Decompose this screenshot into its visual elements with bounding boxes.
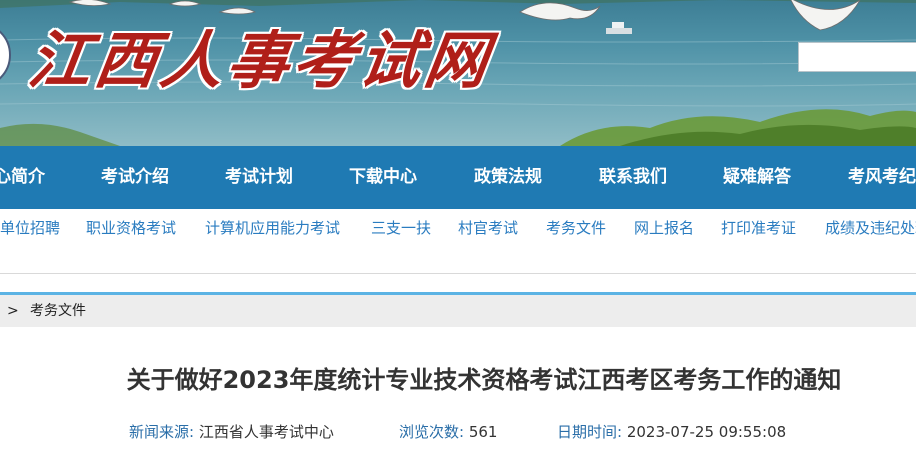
- nav-exam-discipline[interactable]: 考风考纪: [848, 146, 916, 209]
- breadcrumb: > 考务文件: [0, 292, 916, 327]
- subnav-online-registration[interactable]: 网上报名: [634, 209, 694, 247]
- article-source: 新闻来源: 江西省人事考试中心: [129, 421, 334, 442]
- subnav-print-admission-ticket[interactable]: 打印准考证: [721, 209, 796, 247]
- subnav-professional-qualification[interactable]: 职业资格考试: [86, 209, 176, 247]
- subnav-village-official-exam[interactable]: 村官考试: [458, 209, 518, 247]
- article-title: 关于做好2023年度统计专业技术资格考试江西考区考务工作的通知: [126, 366, 842, 394]
- subnav-computer-skills[interactable]: 计算机应用能力考试: [205, 209, 340, 247]
- nav-download-center[interactable]: 下载中心: [349, 146, 417, 209]
- section-divider: [0, 273, 916, 274]
- subnav-exam-documents[interactable]: 考务文件: [546, 209, 606, 247]
- nav-exam-plan[interactable]: 考试计划: [225, 146, 293, 209]
- subnav-unit-recruitment[interactable]: 单位招聘: [0, 209, 60, 247]
- nav-contact-us[interactable]: 联系我们: [599, 146, 667, 209]
- breadcrumb-separator: >: [7, 303, 19, 319]
- main-navigation: 心简介 考试介绍 考试计划 下载中心 政策法规 联系我们 疑难解答 考风考纪: [0, 146, 916, 209]
- sub-navigation: 单位招聘 职业资格考试 计算机应用能力考试 三支一扶 村官考试 考务文件 网上报…: [0, 209, 916, 247]
- nav-faq[interactable]: 疑难解答: [723, 146, 791, 209]
- article-views: 浏览次数: 561: [399, 421, 497, 442]
- breadcrumb-current[interactable]: 考务文件: [30, 295, 86, 327]
- nav-exam-intro[interactable]: 考试介绍: [101, 146, 169, 209]
- header-banner: 江西人事考试网: [0, 0, 916, 146]
- nav-policies[interactable]: 政策法规: [474, 146, 542, 209]
- subnav-scores-violations[interactable]: 成绩及违纪处理: [825, 209, 916, 247]
- views-label: 浏览次数:: [399, 423, 465, 441]
- subnav-three-supports-one-aid[interactable]: 三支一扶: [371, 209, 431, 247]
- article-date: 日期时间: 2023-07-25 09:55:08: [557, 421, 786, 442]
- date-value: 2023-07-25 09:55:08: [626, 423, 787, 441]
- search-input[interactable]: [798, 42, 916, 72]
- date-label: 日期时间:: [557, 423, 623, 441]
- site-title: 江西人事考试网: [24, 24, 497, 97]
- nav-center-intro[interactable]: 心简介: [0, 146, 45, 209]
- source-value: 江西省人事考试中心: [198, 423, 334, 441]
- views-value: 561: [468, 423, 498, 441]
- source-label: 新闻来源:: [129, 423, 195, 441]
